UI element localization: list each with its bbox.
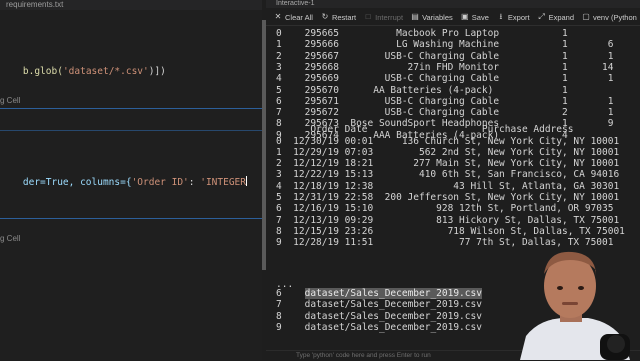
interrupt-button[interactable]: □ Interrupt	[364, 13, 403, 22]
table-row: 9 12/28/19 11:51 77 7th St, Dallas, TX 7…	[276, 237, 614, 249]
table-row: 6 12/16/19 15:10 928 12th St, Portland, …	[276, 203, 614, 215]
cell-separator	[0, 130, 262, 131]
table-row: 2 295667 USB-C Charging Cable 1 1	[276, 50, 614, 62]
file-path: dataset/Sales_December_2019.csv	[304, 288, 482, 299]
variables-label: Variables	[422, 12, 453, 22]
file-row: 7 dataset/Sales_December_2019.csv	[276, 299, 482, 310]
kernel-label: venv (Python	[593, 12, 637, 22]
row-index: 8	[276, 310, 282, 322]
clear-all-icon: ✕	[274, 12, 282, 21]
expand-button[interactable]: ⤢ Expand	[538, 13, 574, 22]
code-token: der=True, columns={	[22, 177, 132, 188]
table-row: 0 12/30/19 00:01 136 Church St, New York…	[276, 135, 620, 147]
code-string: 'Order ID'	[131, 177, 189, 188]
presenter-webcam-image	[520, 251, 630, 360]
export-label: Export	[507, 12, 530, 22]
table-row: 7 295672 USB-C Charging Cable 2 1	[276, 107, 614, 119]
clear-all-label: Clear All	[285, 12, 313, 22]
table-row: 7 12/13/19 09:29 813 Hickory St, Dallas,…	[276, 214, 620, 226]
export-button[interactable]: ⭳ Export	[497, 12, 530, 22]
code-token: )])	[148, 66, 166, 77]
restart-button[interactable]: ↻ Restart	[321, 12, 357, 22]
kernel-picker[interactable]: ▢ venv (Python	[582, 13, 637, 22]
table-row: 5 12/31/19 22:58 200 Jefferson St, New Y…	[276, 192, 620, 203]
file-row: 8 dataset/Sales_December_2019.csv	[276, 311, 482, 322]
code-line-columns[interactable]: der=True, columns={'Order ID': 'INTEGER	[0, 164, 247, 201]
file-path: dataset/Sales_December_2019.csv	[304, 310, 482, 322]
save-button[interactable]: ▣ Save	[461, 13, 489, 22]
table-row: 4 295669 USB-C Charging Cable 1 1	[276, 73, 614, 85]
tab-interactive[interactable]: Interactive-1	[266, 0, 640, 8]
tab-requirements[interactable]: requirements.txt	[0, 0, 69, 10]
code-line-glob[interactable]: b.glob('dataset/*.csv')])	[0, 54, 166, 90]
table-row: 5 295670 AA Batteries (4-pack) 1	[276, 84, 614, 96]
file-row: 9 dataset/Sales_December_2019.csv	[276, 322, 482, 333]
run-cell-label[interactable]: g Cell	[0, 234, 20, 243]
file-row: 6 dataset/Sales_December_2019.csv	[276, 288, 482, 299]
table-row: 6 295671 USB-C Charging Cable 1 1	[276, 95, 614, 107]
restart-label: Restart	[331, 12, 357, 22]
editor-tab-bar: requirements.txt	[0, 0, 262, 10]
cell-separator	[0, 218, 262, 219]
code-token: b.glob(	[22, 66, 63, 77]
text-cursor	[245, 176, 247, 186]
table-row: 1 295666 LG Washing Machine 1 6	[276, 39, 614, 51]
table-row: 8 12/15/19 23:26 718 Wilson St, Dallas, …	[276, 225, 625, 237]
table-row: 2 12/12/19 18:21 277 Main St, New York C…	[276, 158, 620, 170]
file-path: dataset/Sales_December_2019.csv	[304, 321, 482, 333]
row-index: 6	[276, 288, 282, 299]
code-editor[interactable]: requirements.txt b.glob('dataset/*.csv')…	[0, 0, 262, 360]
save-label: Save	[471, 12, 489, 22]
row-index: 7	[276, 299, 282, 311]
run-cell-label[interactable]: g Cell	[0, 96, 20, 105]
output-table-header: Order Date Purchase Address	[276, 124, 574, 135]
table-row: 1 12/29/19 07:03 562 2nd St, New York Ci…	[276, 146, 620, 158]
file-path: dataset/Sales_December_2019.csv	[304, 299, 482, 311]
clear-all-button[interactable]: ✕ Clear All	[274, 13, 313, 22]
table-row: 0 295665 Macbook Pro Laptop 1	[276, 28, 614, 39]
code-string: 'dataset/*.csv'	[62, 66, 149, 77]
interrupt-label: Interrupt	[375, 12, 404, 22]
expand-label: Expand	[548, 12, 575, 22]
variables-icon: ▤	[411, 12, 419, 21]
code-string: 'INTEGER	[200, 177, 246, 188]
save-icon: ▣	[461, 12, 469, 21]
table-row: 3 12/22/19 15:13 410 6th St, San Francis…	[276, 169, 620, 181]
expand-icon: ⤢	[538, 12, 545, 21]
stop-icon: □	[365, 12, 371, 21]
table-row: 4 12/18/19 12:38 43 Hill St, Atlanta, GA…	[276, 180, 620, 192]
cell-separator	[0, 108, 262, 109]
kernel-icon: ▢	[582, 12, 590, 21]
variables-button[interactable]: ▤ Variables	[411, 13, 453, 22]
code-token: :	[188, 177, 201, 188]
interactive-toolbar: ✕ Clear All ↻ Restart □ Interrupt ▤ Vari…	[266, 9, 640, 26]
export-icon: ⭳	[499, 12, 503, 21]
table-row: 3 295668 27in FHD Monitor 1 14	[276, 61, 614, 73]
restart-icon: ↻	[321, 12, 329, 21]
row-index: 9	[276, 321, 282, 333]
